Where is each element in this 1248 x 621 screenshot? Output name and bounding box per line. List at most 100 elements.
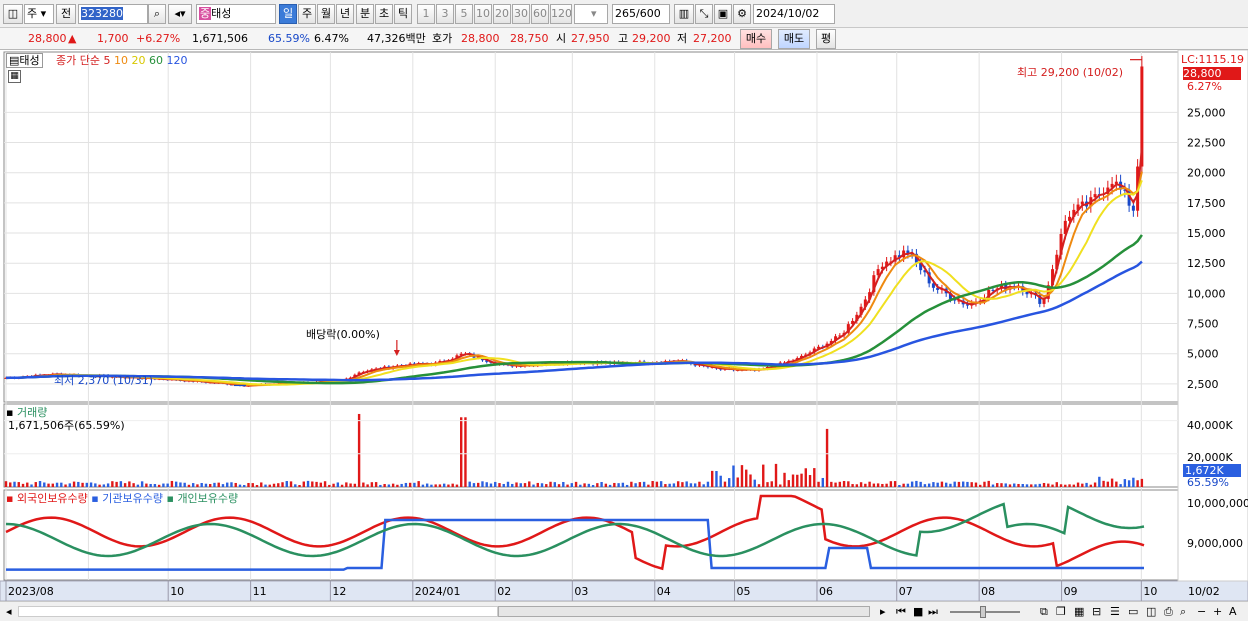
scroll-track[interactable] bbox=[18, 606, 498, 617]
split-icon[interactable]: ◫ bbox=[1146, 605, 1156, 618]
volume-bar bbox=[362, 482, 365, 487]
grid-icon[interactable]: ▦ bbox=[1074, 605, 1084, 618]
search-icon[interactable]: ⌕ bbox=[148, 4, 166, 24]
copy-icon[interactable]: ❐ bbox=[1056, 605, 1066, 618]
volume-bar bbox=[485, 482, 488, 487]
volume-bar bbox=[332, 483, 335, 487]
period-day[interactable]: 일 bbox=[279, 4, 297, 24]
rewind-icon[interactable]: ⏮ bbox=[896, 605, 906, 618]
volume-bar bbox=[153, 483, 157, 487]
interval-1[interactable]: 1 bbox=[417, 4, 435, 24]
volume-bar bbox=[187, 484, 191, 487]
ma-legend-60: 60 bbox=[148, 54, 163, 67]
volume-bar bbox=[936, 482, 939, 487]
zoom-icon[interactable]: ⌕ bbox=[1180, 605, 1186, 618]
stock-name-field[interactable]: 중태성 bbox=[196, 4, 276, 24]
volume-bar bbox=[766, 482, 769, 487]
bottom-scrollbar[interactable]: ◂ ▸ ⏮ ■ ⏭ ⧉ ❐ ▦ ⊟ ☰ ▭ ◫ ⎙ ⌕ − + A bbox=[0, 601, 1248, 621]
calculator-icon[interactable]: ▦ bbox=[8, 70, 21, 83]
volume-bar bbox=[800, 473, 803, 487]
eval-button[interactable]: 평 bbox=[816, 29, 836, 49]
volume-bar bbox=[536, 482, 539, 487]
volume-bar bbox=[859, 482, 863, 487]
volume-bar bbox=[1030, 484, 1033, 487]
volume-bar bbox=[1068, 484, 1071, 487]
up-arrow-icon: ▲ bbox=[68, 32, 77, 45]
volume-bar bbox=[587, 483, 591, 487]
volume-bar bbox=[226, 482, 229, 487]
volume-bar bbox=[621, 482, 625, 487]
volume-bar bbox=[702, 484, 705, 487]
volume-bar bbox=[1038, 483, 1041, 487]
interval-20[interactable]: 20 bbox=[493, 4, 511, 24]
period-week[interactable]: 주 bbox=[298, 4, 316, 24]
list-icon[interactable]: ☰ bbox=[1110, 605, 1120, 618]
stop-icon[interactable]: ■ bbox=[913, 605, 923, 618]
window-icon[interactable]: ▭ bbox=[1128, 605, 1138, 618]
ma-legend[interactable]: 종가 단순 5 10 20 60 120 bbox=[56, 54, 187, 67]
interval-5[interactable]: 5 bbox=[455, 4, 473, 24]
print-icon[interactable]: ⎙ bbox=[1164, 605, 1173, 618]
zoom-in-icon[interactable]: + bbox=[1213, 605, 1222, 618]
code-input[interactable]: 323280 bbox=[78, 4, 148, 24]
volume-bar bbox=[1008, 484, 1012, 487]
interval-60[interactable]: 60 bbox=[531, 4, 549, 24]
period-minute[interactable]: 분 bbox=[356, 4, 374, 24]
volume-bar bbox=[1119, 484, 1122, 487]
interval-30[interactable]: 30 bbox=[512, 4, 530, 24]
price-panel-tag[interactable]: ▤태성 bbox=[6, 53, 43, 68]
volume-bar bbox=[668, 483, 671, 487]
scroll-thumb[interactable] bbox=[498, 606, 870, 617]
volume-bar bbox=[681, 482, 684, 487]
interval-3[interactable]: 3 bbox=[436, 4, 454, 24]
forward-icon[interactable]: ⏭ bbox=[928, 605, 938, 618]
holding-legend[interactable]: ▪ 외국인보유수량 ▪ 기관보유수량 ▪ 개인보유수량 bbox=[6, 492, 238, 505]
volume-bar bbox=[94, 483, 97, 487]
change: 1,700 bbox=[97, 32, 129, 45]
y-tick-label: 17,500 bbox=[1187, 197, 1226, 210]
zoom-out-icon[interactable]: − bbox=[1197, 605, 1206, 618]
volume-bar bbox=[983, 481, 986, 487]
candle-type-icon[interactable]: ▥ bbox=[674, 4, 694, 24]
period-tick[interactable]: 틱 bbox=[394, 4, 412, 24]
window-menu-icon[interactable]: ◫ bbox=[3, 4, 23, 24]
last-pct-tag: 6.27% bbox=[1187, 80, 1222, 93]
volume-bar bbox=[404, 482, 408, 487]
save-icon[interactable]: ▣ bbox=[714, 4, 732, 24]
panel-grip-icon: ▤ bbox=[9, 54, 20, 67]
interval-select[interactable]: ▾ bbox=[574, 4, 608, 24]
buy-button[interactable]: 매수 bbox=[740, 29, 772, 49]
period-second[interactable]: 초 bbox=[375, 4, 393, 24]
layout-icon[interactable]: ⧉ bbox=[1040, 605, 1048, 618]
ruler-icon[interactable]: ⊟ bbox=[1092, 605, 1101, 618]
sell-button[interactable]: 매도 bbox=[778, 29, 810, 49]
x-tick-label: 04 bbox=[657, 585, 671, 598]
chart-area[interactable]: 2023/08 10 11 12 2024/01 02 03 04 05 06 07 08 09 10 10… bbox=[0, 50, 1248, 621]
volume-bar bbox=[183, 482, 186, 487]
auto-scale-icon[interactable]: A bbox=[1229, 605, 1237, 618]
volume-bar bbox=[736, 477, 739, 487]
volume-bar bbox=[944, 482, 948, 487]
market-select[interactable]: 주 ▾ bbox=[24, 4, 54, 24]
volume-bar bbox=[1021, 484, 1024, 487]
volume-bar bbox=[38, 481, 42, 487]
period-year[interactable]: 년 bbox=[336, 4, 354, 24]
interval-10[interactable]: 10 bbox=[474, 4, 492, 24]
sound-icon[interactable]: ◂▾ bbox=[168, 4, 192, 24]
volume-bar bbox=[915, 480, 918, 487]
y-tick-label: 25,000 bbox=[1187, 106, 1226, 119]
volume-bar bbox=[323, 481, 327, 487]
period-month[interactable]: 월 bbox=[317, 4, 335, 24]
count-field[interactable]: 265/600 bbox=[612, 4, 670, 24]
interval-120[interactable]: 120 bbox=[550, 4, 572, 24]
volume-bar bbox=[366, 484, 369, 487]
scroll-left-icon[interactable]: ◂ bbox=[6, 605, 12, 618]
date-field[interactable]: 2024/10/02 bbox=[753, 4, 835, 24]
prev-button[interactable]: 전 bbox=[56, 4, 76, 24]
scroll-right-icon[interactable]: ▸ bbox=[880, 605, 886, 618]
settings-icon[interactable]: ⚙ bbox=[733, 4, 751, 24]
chart-svg[interactable]: 2023/08 10 11 12 2024/01 02 03 04 05 06 07 08 09 10 10… bbox=[0, 50, 1248, 601]
zoom-slider-handle[interactable] bbox=[980, 606, 986, 618]
draw-tool-icon[interactable]: ⤡ bbox=[695, 4, 713, 24]
date-value: 2024/10/02 bbox=[756, 7, 820, 20]
